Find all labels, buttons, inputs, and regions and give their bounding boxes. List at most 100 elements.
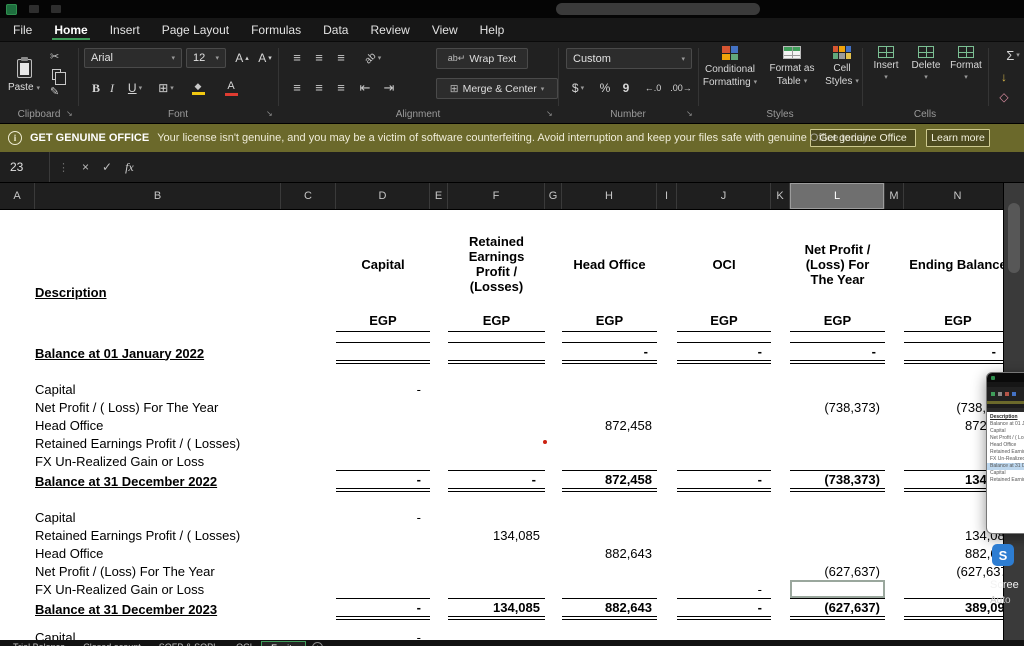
cancel-icon[interactable]: × bbox=[82, 160, 89, 174]
formula-input[interactable] bbox=[134, 152, 1024, 182]
get-genuine-office-button[interactable]: Get genuine Office bbox=[810, 129, 916, 147]
column-header-K[interactable]: K bbox=[771, 183, 790, 209]
ribbon-tab-page-layout[interactable]: Page Layout bbox=[151, 18, 240, 41]
ribbon-tab-help[interactable]: Help bbox=[469, 18, 516, 41]
undo-icon[interactable] bbox=[51, 5, 61, 13]
comma-style-button[interactable]: 9 bbox=[618, 78, 634, 98]
align-right-icon[interactable]: ≡ bbox=[332, 78, 350, 98]
cell-D[interactable]: - bbox=[336, 628, 430, 641]
scrollbar-thumb[interactable] bbox=[1008, 203, 1020, 273]
cell-L[interactable]: (627,637) bbox=[790, 562, 885, 580]
format-as-table-button[interactable]: Format as Table ▾ bbox=[764, 46, 820, 106]
column-header-H[interactable]: H bbox=[562, 183, 657, 209]
borders-button[interactable]: ⊞ ▾ bbox=[152, 78, 180, 98]
font-color-button[interactable]: A bbox=[216, 78, 246, 98]
name-box[interactable]: 23 bbox=[0, 152, 50, 182]
cell-L[interactable]: (738,373) bbox=[790, 398, 885, 416]
row-label[interactable]: Net Profit / ( Loss) For The Year bbox=[35, 398, 281, 416]
ribbon-tab-data[interactable]: Data bbox=[312, 18, 359, 41]
column-header-J[interactable]: J bbox=[677, 183, 771, 209]
enter-icon[interactable]: ✓ bbox=[102, 160, 112, 174]
ribbon-tab-file[interactable]: File bbox=[2, 18, 43, 41]
cell-H[interactable]: 872,458 bbox=[562, 470, 657, 492]
clipboard-dialog-launcher-icon[interactable]: ↘ bbox=[66, 109, 73, 119]
cell-F[interactable]: - bbox=[448, 470, 545, 492]
row-label[interactable]: Retained Earnings Profit / ( Losses) bbox=[35, 526, 281, 544]
ribbon-tab-insert[interactable]: Insert bbox=[99, 18, 151, 41]
search-box[interactable] bbox=[556, 3, 760, 15]
format-painter-icon[interactable]: ✎ bbox=[50, 86, 59, 98]
percent-style-button[interactable]: % bbox=[596, 78, 614, 98]
wrap-text-button[interactable]: ab↵ Wrap Text bbox=[436, 48, 528, 69]
cell-H[interactable]: 882,643 bbox=[562, 544, 657, 562]
number-format-select[interactable]: Custom ▾ bbox=[566, 48, 692, 69]
row-label[interactable]: FX Un-Realized Gain or Loss bbox=[35, 452, 281, 470]
screenshot-preview-popup[interactable]: DescriptionBalance at 01 January 2022Cap… bbox=[986, 372, 1024, 606]
cell-J[interactable]: - bbox=[677, 598, 771, 620]
row-label[interactable]: Head Office bbox=[35, 544, 281, 562]
column-header-D[interactable]: D bbox=[336, 183, 430, 209]
column-header-F[interactable]: F bbox=[448, 183, 545, 209]
align-middle-icon[interactable]: ≡ bbox=[310, 48, 328, 68]
cell-J[interactable]: - bbox=[677, 470, 771, 492]
column-header-I[interactable]: I bbox=[657, 183, 677, 209]
cell-D[interactable]: - bbox=[336, 380, 430, 398]
conditional-formatting-button[interactable]: Conditional Formatting ▾ bbox=[700, 46, 760, 106]
italic-button[interactable]: I bbox=[106, 78, 118, 98]
ribbon-tab-review[interactable]: Review bbox=[359, 18, 420, 41]
delete-cells-button[interactable]: Delete ▾ bbox=[906, 46, 946, 106]
selected-cell[interactable] bbox=[790, 580, 885, 598]
row-label[interactable]: Capital bbox=[35, 380, 281, 398]
orientation-button[interactable]: ab ▾ bbox=[356, 48, 390, 68]
cell-J[interactable]: - bbox=[677, 342, 771, 364]
sheet-tab-oci[interactable]: OCI bbox=[227, 641, 261, 646]
decrease-font-size-icon[interactable]: A ▾ bbox=[255, 48, 275, 68]
row-label[interactable]: Balance at 31 December 2023 bbox=[35, 598, 281, 620]
increase-indent-icon[interactable]: ⇥ bbox=[380, 78, 398, 98]
ribbon-tab-home[interactable]: Home bbox=[43, 18, 98, 41]
new-sheet-button[interactable]: + bbox=[312, 642, 324, 646]
column-header-C[interactable]: C bbox=[281, 183, 336, 209]
align-center-icon[interactable]: ≡ bbox=[310, 78, 328, 98]
alignment-dialog-launcher-icon[interactable]: ↘ bbox=[546, 109, 553, 119]
row-label[interactable]: Capital bbox=[35, 628, 281, 641]
paste-button[interactable]: Paste ▾ bbox=[4, 46, 44, 106]
row-label[interactable]: Net Profit / (Loss) For The Year bbox=[35, 562, 281, 580]
column-header-L[interactable]: L bbox=[790, 183, 885, 209]
font-dialog-launcher-icon[interactable]: ↘ bbox=[266, 109, 273, 119]
column-header-G[interactable]: G bbox=[545, 183, 562, 209]
cell-L[interactable]: - bbox=[790, 342, 885, 364]
sheet-tab-closed-acount[interactable]: Closed acount bbox=[74, 641, 150, 646]
cell-F[interactable] bbox=[448, 342, 545, 364]
cell-L[interactable]: (627,637) bbox=[790, 598, 885, 620]
decrease-indent-icon[interactable]: ⇤ bbox=[356, 78, 374, 98]
insert-cells-button[interactable]: Insert ▾ bbox=[866, 46, 906, 106]
column-header-B[interactable]: B bbox=[35, 183, 281, 209]
learn-more-button[interactable]: Learn more bbox=[926, 129, 990, 147]
align-left-icon[interactable]: ≡ bbox=[288, 78, 306, 98]
merge-center-button[interactable]: ⊞ Merge & Center ▾ bbox=[436, 78, 558, 99]
align-top-icon[interactable]: ≡ bbox=[288, 48, 306, 68]
decrease-decimal-button[interactable]: .00→ bbox=[668, 78, 694, 98]
ribbon-tab-view[interactable]: View bbox=[421, 18, 469, 41]
sheet-tab-equity[interactable]: Equity bbox=[261, 641, 307, 646]
font-size-select[interactable]: 12 ▾ bbox=[186, 48, 226, 68]
row-label[interactable]: FX Un-Realized Gain or Loss bbox=[35, 580, 281, 598]
row-label[interactable]: Retained Earnings Profit / ( Losses) bbox=[35, 434, 281, 452]
format-cells-button[interactable]: Format ▾ bbox=[946, 46, 986, 106]
autosum-button[interactable]: Σ ▾ bbox=[996, 46, 1024, 64]
formula-bar-handle[interactable]: ⋮ bbox=[58, 161, 69, 174]
font-name-select[interactable]: Arial ▾ bbox=[84, 48, 182, 68]
insert-function-icon[interactable]: fx bbox=[125, 160, 134, 175]
ribbon-tab-formulas[interactable]: Formulas bbox=[240, 18, 312, 41]
cell-L[interactable]: (738,373) bbox=[790, 470, 885, 492]
cell-D[interactable]: - bbox=[336, 598, 430, 620]
cell-H[interactable]: 882,643 bbox=[562, 598, 657, 620]
fill-icon[interactable]: ↓ bbox=[996, 70, 1012, 84]
increase-decimal-button[interactable]: ←.0 bbox=[640, 78, 666, 98]
row-label[interactable]: Capital bbox=[35, 508, 281, 526]
bold-button[interactable]: B bbox=[88, 78, 104, 98]
save-icon[interactable] bbox=[29, 5, 39, 13]
mini-window-thumbnail[interactable]: DescriptionBalance at 01 January 2022Cap… bbox=[986, 372, 1024, 534]
cell-F[interactable]: 134,085 bbox=[448, 526, 545, 544]
